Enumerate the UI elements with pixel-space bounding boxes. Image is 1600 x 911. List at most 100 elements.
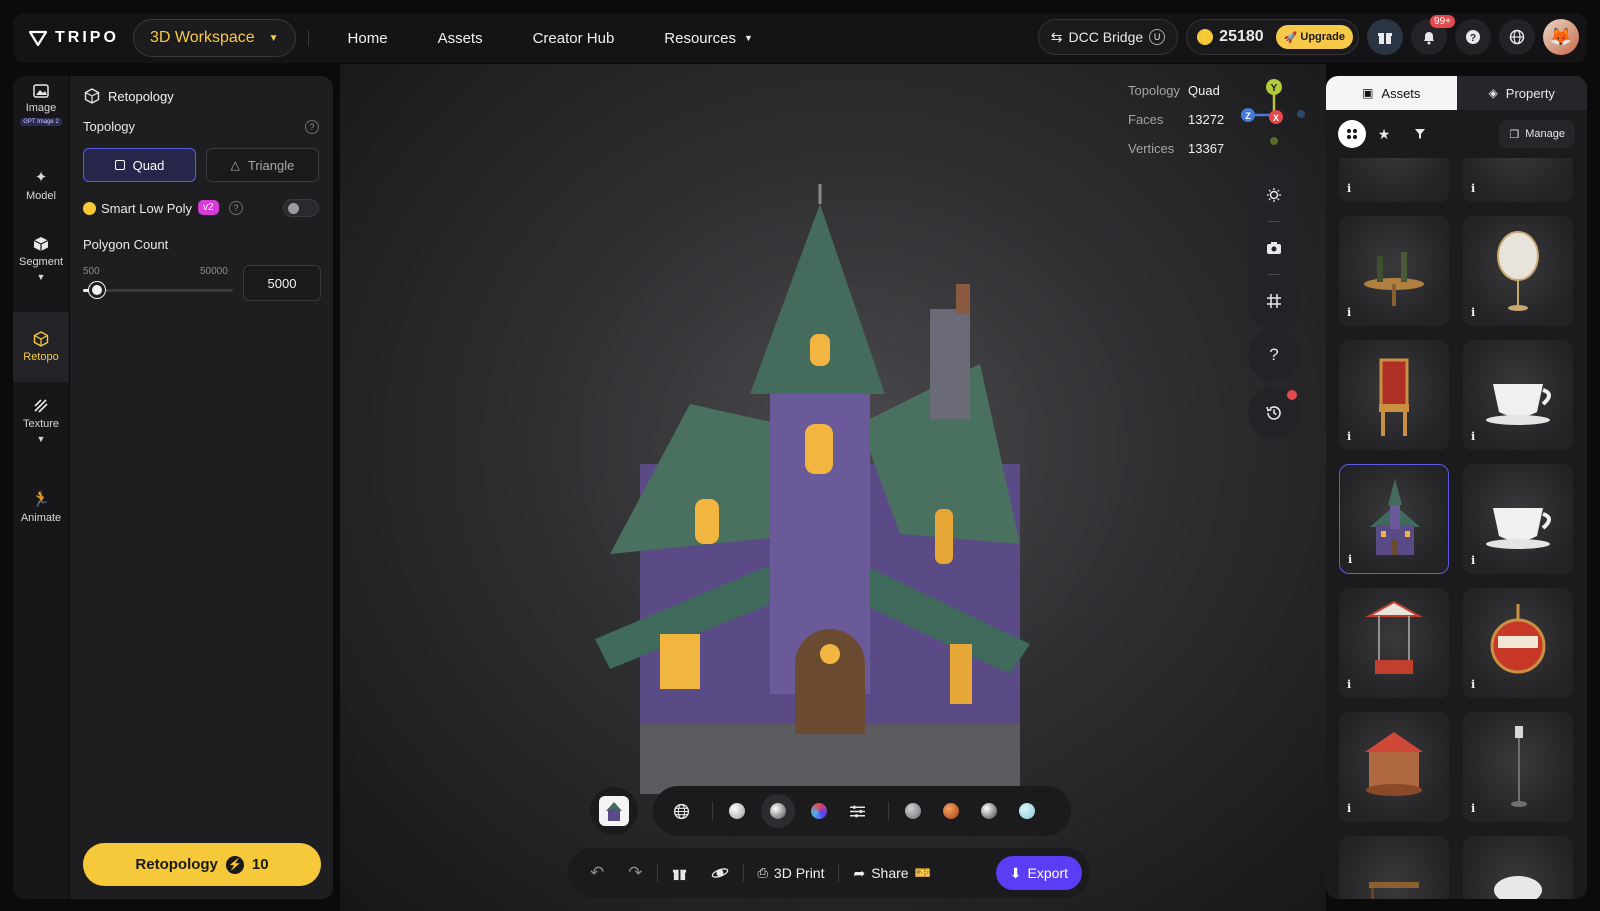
rail-item-label: Segment [18, 256, 64, 268]
polygon-slider[interactable] [83, 282, 233, 298]
rail-item-image[interactable]: Image GPT Image 2 [13, 84, 69, 148]
asset-card-gondola[interactable]: i [1463, 588, 1573, 698]
help-icon[interactable]: ? [229, 201, 243, 215]
asset-card-haunted-house[interactable]: i [1339, 464, 1449, 574]
share-button[interactable]: ➦ Share 🎫 [853, 865, 930, 882]
lighting-button[interactable] [1256, 177, 1292, 213]
smart-low-poly-toggle[interactable] [283, 199, 319, 217]
caret-down-icon[interactable]: ▼ [37, 272, 46, 282]
polygon-count-input[interactable] [243, 265, 321, 301]
gift-icon [1378, 33, 1392, 44]
caret-down-icon[interactable]: ▼ [37, 434, 46, 444]
asset-card-red-throne-chair[interactable]: i [1339, 340, 1449, 450]
topology-quad-button[interactable]: Quad [83, 148, 196, 182]
smart-low-poly-label: Smart Low Poly [101, 201, 193, 216]
avatar[interactable]: 🦊 [1543, 19, 1579, 55]
export-button[interactable]: ⬇ Export [995, 856, 1082, 890]
adjust-sliders-icon[interactable] [849, 803, 866, 820]
tab-property[interactable]: ◈ Property [1456, 76, 1587, 110]
upgrade-button[interactable]: 🚀 Upgrade [1275, 25, 1353, 49]
info-icon[interactable]: i [1347, 306, 1361, 320]
asset-card-bench[interactable]: i [1339, 836, 1449, 899]
retopo-icon [33, 331, 49, 347]
filter-button[interactable] [1406, 120, 1434, 148]
asset-card-teacup[interactable]: i [1463, 340, 1573, 450]
haunted-house-model[interactable] [340, 64, 1326, 911]
asset-card-street-lamp[interactable]: i [1463, 712, 1573, 822]
manage-button[interactable]: ❐ Manage [1499, 120, 1575, 148]
normal-material-sphere[interactable] [811, 803, 827, 819]
all-filter-button[interactable] [1338, 120, 1366, 148]
nav-assets[interactable]: Assets [438, 30, 483, 47]
info-icon[interactable]: i [1471, 182, 1485, 196]
asset-card-table[interactable]: i [1463, 158, 1573, 202]
slider-handle[interactable] [88, 282, 105, 298]
info-icon[interactable]: i [1471, 306, 1485, 320]
nav-home[interactable]: Home [348, 30, 388, 47]
cube-icon [33, 237, 49, 251]
asset-card-table[interactable]: i [1339, 158, 1449, 202]
model-thumbnail-button[interactable] [590, 787, 638, 835]
dcc-bridge-button[interactable]: ⇆ DCC Bridge U [1037, 19, 1179, 55]
asset-card-cloud[interactable]: i [1463, 836, 1573, 899]
logo[interactable]: TRIPO [29, 29, 129, 47]
orbit-icon[interactable] [711, 865, 729, 881]
workspace-dropdown[interactable]: 3D Workspace ▼ [133, 19, 296, 57]
info-icon[interactable]: i [1347, 678, 1361, 692]
workspace-label: 3D Workspace [150, 29, 255, 46]
rail-item-retopo[interactable]: Retopo [13, 312, 69, 382]
retopology-cost: 10 [251, 856, 269, 873]
tab-assets-label: Assets [1381, 85, 1421, 101]
gift-button[interactable] [1367, 19, 1403, 55]
chat-help-icon: ? [1466, 30, 1480, 44]
nav-resources[interactable]: Resources ▼ [664, 30, 753, 47]
tripo-logo-icon [29, 30, 47, 46]
3d-print-button[interactable]: ⎙ 3D Print [758, 865, 825, 881]
assets-panel: ▣ Assets ◈ Property ★ ❐ Manage iiiiiiiii… [1326, 76, 1587, 899]
rail-item-texture[interactable]: Texture ▼ [13, 398, 69, 468]
language-button[interactable] [1499, 19, 1535, 55]
notifications-button[interactable]: 99+ [1411, 15, 1455, 55]
rail-item-animate[interactable]: 🏃 Animate [13, 490, 69, 540]
gift-icon[interactable] [672, 866, 687, 881]
house-thumbnail-icon [599, 796, 629, 826]
info-icon[interactable]: i [1348, 553, 1362, 567]
info-icon[interactable]: i [1471, 554, 1485, 568]
3d-viewport[interactable] [340, 64, 1326, 911]
info-icon[interactable]: i [1347, 430, 1361, 444]
screenshot-button[interactable] [1256, 230, 1292, 266]
info-icon[interactable]: i [1471, 802, 1485, 816]
shaded-material-button[interactable] [761, 794, 795, 828]
axis-gizmo[interactable]: Y X Z [1238, 77, 1308, 147]
archive-icon: ▣ [1362, 86, 1374, 100]
topology-triangle-button[interactable]: △ Triangle [206, 148, 319, 182]
nav-creator-hub[interactable]: Creator Hub [533, 30, 615, 47]
layers-icon: ◈ [1488, 86, 1498, 100]
grid-settings-button[interactable] [1256, 283, 1292, 319]
asset-card-carousel[interactable]: i [1339, 712, 1449, 822]
retopology-button[interactable]: Retopology ⚡ 10 [83, 843, 321, 886]
rail-item-model[interactable]: ✦ Model [13, 168, 69, 218]
chrome-material-sphere[interactable] [981, 803, 997, 819]
undo-icon[interactable]: ↶ [590, 863, 604, 883]
redo-icon[interactable]: ↷ [628, 863, 642, 883]
favorites-filter-button[interactable]: ★ [1370, 120, 1398, 148]
rail-item-segment[interactable]: Segment ▼ [13, 236, 69, 306]
asset-card-swing-chair[interactable]: i [1339, 588, 1449, 698]
sky-material-sphere[interactable] [1019, 803, 1035, 819]
help-button[interactable]: ? [1248, 329, 1300, 381]
info-icon[interactable]: i [1471, 678, 1485, 692]
wireframe-globe-icon[interactable] [673, 803, 690, 820]
gray-material-sphere[interactable] [905, 803, 921, 819]
support-button[interactable]: ? [1455, 19, 1491, 55]
help-icon[interactable]: ? [305, 120, 319, 134]
info-icon[interactable]: i [1347, 802, 1361, 816]
info-icon[interactable]: i [1347, 182, 1361, 196]
asset-card-mirror[interactable]: i [1463, 216, 1573, 326]
asset-card-round-table-with-bottles[interactable]: i [1339, 216, 1449, 326]
asset-card-teacup[interactable]: i [1463, 464, 1573, 574]
tab-assets[interactable]: ▣ Assets [1326, 76, 1457, 110]
orange-material-sphere[interactable] [943, 803, 959, 819]
clay-material-sphere[interactable] [729, 803, 745, 819]
info-icon[interactable]: i [1471, 430, 1485, 444]
